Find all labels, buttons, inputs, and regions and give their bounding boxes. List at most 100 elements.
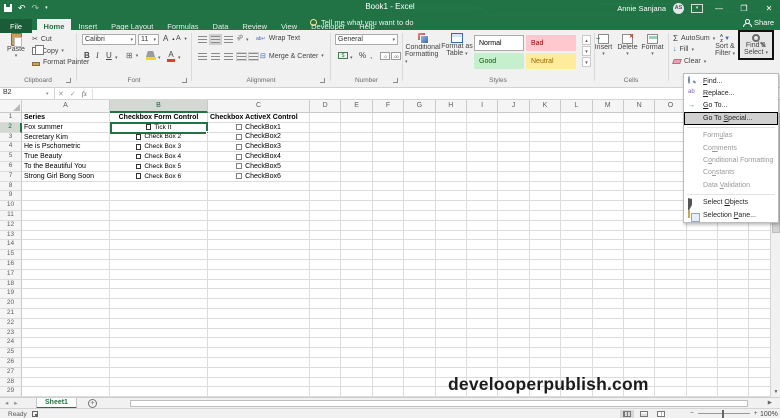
menu-item-conditional-formatting[interactable]: Conditional Formatting [684, 154, 778, 166]
grid-cell-R23[interactable] [749, 329, 770, 339]
grid-cell-C14[interactable] [208, 240, 310, 250]
grid-cell-O7[interactable] [655, 172, 686, 182]
row-header-3[interactable]: 3 [0, 133, 22, 143]
grid-cell-Q18[interactable] [718, 280, 749, 290]
grid-cell-I26[interactable] [467, 358, 498, 368]
grid-cell-I22[interactable] [467, 319, 498, 329]
grid-cell-H21[interactable] [436, 309, 467, 319]
grid-cell-D24[interactable] [310, 338, 341, 348]
grid-cell-L8[interactable] [561, 182, 592, 192]
grid-cell-E7[interactable] [341, 172, 372, 182]
grid-cell-F3[interactable] [373, 133, 404, 143]
tab-review[interactable]: Review [235, 19, 274, 33]
grid-cell-H2[interactable] [436, 123, 467, 133]
grid-cell-A2[interactable]: Fox summer [22, 123, 110, 133]
grid-cell-Q28[interactable] [718, 378, 749, 388]
merge-center-button[interactable]: ⊟ Merge & Center▾ [260, 52, 324, 60]
row-header-28[interactable]: 28 [0, 378, 22, 388]
grid-cell-H20[interactable] [436, 299, 467, 309]
row-header-25[interactable]: 25 [0, 348, 22, 358]
grid-cell-O13[interactable] [655, 231, 686, 241]
increase-indent-icon[interactable] [249, 53, 258, 60]
grid-cell-D4[interactable] [310, 142, 341, 152]
grid-cell-I9[interactable] [467, 191, 498, 201]
grid-cell-F5[interactable] [373, 152, 404, 162]
grid-cell-H9[interactable] [436, 191, 467, 201]
grid-cell-G19[interactable] [404, 289, 435, 299]
grid-cell-N7[interactable] [624, 172, 655, 182]
grid-cell-P21[interactable] [687, 309, 718, 319]
grid-cell-N20[interactable] [624, 299, 655, 309]
row-header-22[interactable]: 22 [0, 319, 22, 329]
grid-cell-K6[interactable] [530, 162, 561, 172]
grid-cell-N26[interactable] [624, 358, 655, 368]
number-dialog-launcher[interactable] [393, 78, 398, 83]
grid-cell-A9[interactable] [22, 191, 110, 201]
grid-cell-B8[interactable] [110, 182, 208, 192]
grid-cell-B26[interactable] [110, 358, 208, 368]
grid-cell-O9[interactable] [655, 191, 686, 201]
grid-cell-O6[interactable] [655, 162, 686, 172]
grid-cell-A21[interactable] [22, 309, 110, 319]
grid-cell-E24[interactable] [341, 338, 372, 348]
grid-cell-O27[interactable] [655, 368, 686, 378]
tell-me-box[interactable]: Tell me what you want to do [310, 18, 414, 27]
grid-cell-O26[interactable] [655, 358, 686, 368]
macro-record-icon[interactable] [32, 411, 38, 417]
grid-cell-L11[interactable] [561, 211, 592, 221]
grid-cell-J18[interactable] [498, 280, 529, 290]
grid-cell-M18[interactable] [593, 280, 624, 290]
tab-home[interactable]: Home [37, 19, 72, 33]
grid-cell-B29[interactable] [110, 387, 208, 397]
grid-cell-H1[interactable] [436, 113, 467, 123]
grid-cell-O22[interactable] [655, 319, 686, 329]
grid-cell-M16[interactable] [593, 260, 624, 270]
grid-cell-K11[interactable] [530, 211, 561, 221]
grid-cell-E18[interactable] [341, 280, 372, 290]
grid-cell-P16[interactable] [687, 260, 718, 270]
find-select-button[interactable]: Find & Select ▾ [740, 32, 772, 58]
row-header-29[interactable]: 29 [0, 387, 22, 397]
grid-cell-N9[interactable] [624, 191, 655, 201]
grid-cell-E23[interactable] [341, 329, 372, 339]
cell-style-neutral[interactable]: Neutral [526, 53, 576, 69]
grid-cell-K2[interactable] [530, 123, 561, 133]
grid-cell-B22[interactable] [110, 319, 208, 329]
grid-cell-G3[interactable] [404, 133, 435, 143]
grid-cell-H4[interactable] [436, 142, 467, 152]
grid-cell-N19[interactable] [624, 289, 655, 299]
grid-cell-R15[interactable] [749, 250, 770, 260]
grid-cell-G2[interactable] [404, 123, 435, 133]
column-header-H[interactable]: H [436, 100, 467, 113]
grid-cell-R16[interactable] [749, 260, 770, 270]
grid-cell-R28[interactable] [749, 378, 770, 388]
grid-cell-I7[interactable] [467, 172, 498, 182]
minimize-button[interactable]: — [710, 1, 728, 15]
row-header-9[interactable]: 9 [0, 191, 22, 201]
grid-cell-F29[interactable] [373, 387, 404, 397]
row-header-19[interactable]: 19 [0, 289, 22, 299]
page-break-view-button[interactable] [654, 410, 668, 418]
grid-cell-M2[interactable] [593, 123, 624, 133]
scroll-down-icon[interactable]: ▼ [771, 387, 780, 397]
grid-cell-N2[interactable] [624, 123, 655, 133]
grid-cell-F23[interactable] [373, 329, 404, 339]
grid-cell-N24[interactable] [624, 338, 655, 348]
grid-cell-K21[interactable] [530, 309, 561, 319]
grid-cell-L14[interactable] [561, 240, 592, 250]
add-sheet-button[interactable]: + [88, 399, 97, 408]
grid-cell-C24[interactable] [208, 338, 310, 348]
grid-cell-E27[interactable] [341, 368, 372, 378]
grid-cell-D3[interactable] [310, 133, 341, 143]
grid-cell-R14[interactable] [749, 240, 770, 250]
grid-cell-J1[interactable] [498, 113, 529, 123]
grid-cell-G8[interactable] [404, 182, 435, 192]
maximize-button[interactable]: ❐ [735, 1, 753, 15]
grid-cell-I19[interactable] [467, 289, 498, 299]
grid-cell-M21[interactable] [593, 309, 624, 319]
grid-cell-G4[interactable] [404, 142, 435, 152]
grid-cell-P13[interactable] [687, 231, 718, 241]
row-header-10[interactable]: 10 [0, 201, 22, 211]
format-painter-button[interactable]: Format Painter [32, 59, 89, 66]
grid-cell-G24[interactable] [404, 338, 435, 348]
